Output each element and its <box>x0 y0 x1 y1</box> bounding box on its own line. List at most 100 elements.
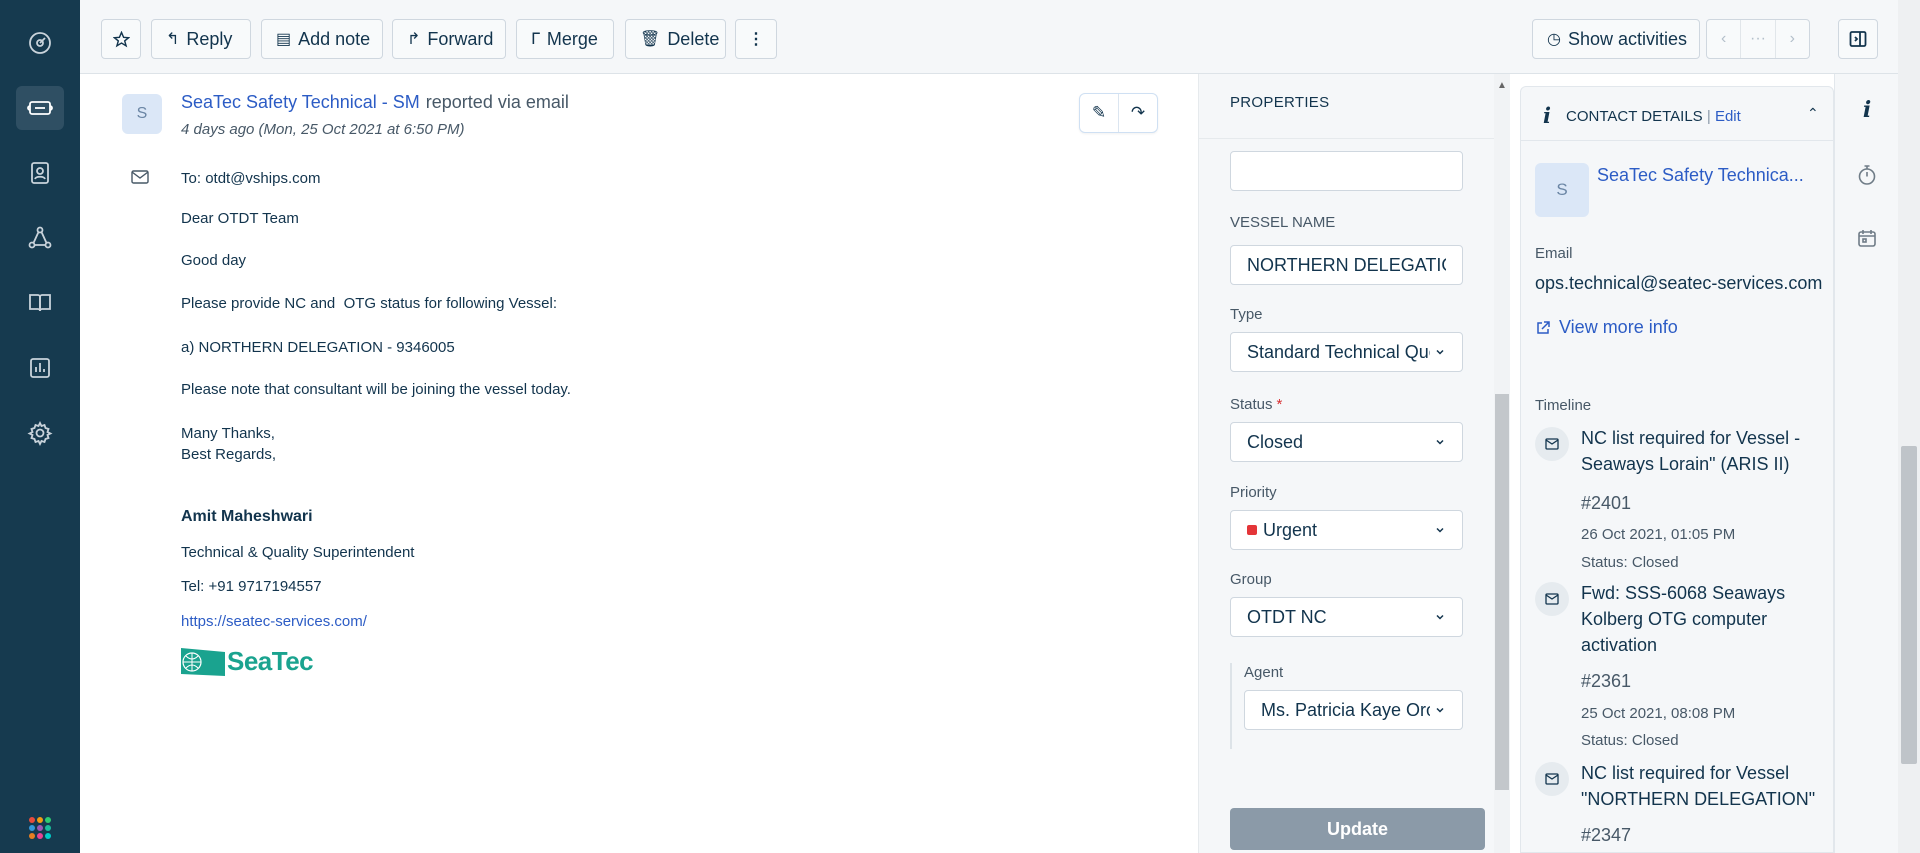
toggle-sidebar-button[interactable] <box>1838 19 1878 59</box>
pager-dots[interactable]: ··· <box>1741 20 1776 58</box>
merge-icon: ᒥ <box>531 31 540 48</box>
vessel-name-label: VESSEL NAME <box>1230 214 1336 231</box>
delete-button[interactable]: 🗑︎ Delete <box>625 19 726 59</box>
nav-reports-icon[interactable] <box>16 346 64 390</box>
priority-label: Priority <box>1230 484 1277 501</box>
message-timestamp: 4 days ago (Mon, 25 Oct 2021 at 6:50 PM) <box>181 121 465 138</box>
nav-contacts-icon[interactable] <box>16 151 64 195</box>
contact-name-link[interactable]: SeaTec Safety Technica... <box>1597 165 1804 186</box>
forward-icon: ↱ <box>407 31 421 48</box>
edit-contact-link[interactable]: Edit <box>1715 108 1741 125</box>
app-switcher-icon[interactable] <box>29 817 51 839</box>
properties-scroll-thumb[interactable] <box>1495 394 1509 790</box>
body-vessel: a) NORTHERN DELEGATION - 9346005 <box>181 339 455 356</box>
contact-info-icon[interactable]: i <box>1855 97 1879 123</box>
sender-avatar: S <box>122 94 162 134</box>
forward-arrow-icon[interactable]: ↷ <box>1119 94 1157 132</box>
star-button[interactable] <box>101 19 141 59</box>
reported-via: reported via email <box>425 92 569 112</box>
signature-name: Amit Maheshwari <box>181 508 313 525</box>
forward-button[interactable]: ↱ Forward <box>392 19 506 59</box>
edit-pencil-icon[interactable]: ✎ <box>1080 94 1119 132</box>
star-icon <box>112 30 130 47</box>
timeline-email-icon <box>1535 582 1569 616</box>
more-actions-button[interactable]: ⋮ <box>735 19 777 59</box>
timeline-item-status: Status: Closed <box>1581 554 1679 571</box>
next-ticket-icon[interactable]: › <box>1776 20 1809 58</box>
timer-stopwatch-icon[interactable] <box>1855 163 1879 187</box>
sender-name-link[interactable]: SeaTec Safety Technical - SM <box>181 92 420 112</box>
more-vertical-icon: ⋮ <box>748 31 764 48</box>
contact-details-panel: i CONTACT DETAILS | Edit ⌃ S SeaTec Safe… <box>1520 86 1834 853</box>
nav-dashboard-icon[interactable] <box>16 21 64 65</box>
properties-panel: PROPERTIES VESSEL NAME NORTHERN DELEGATI… <box>1198 74 1495 853</box>
message-actions: ✎ ↷ <box>1079 93 1158 133</box>
body-regards: Best Regards, <box>181 446 277 463</box>
type-select[interactable]: Standard Technical Que <box>1230 332 1463 372</box>
scroll-up-arrow-icon[interactable]: ▲ <box>1497 80 1507 91</box>
external-link-icon <box>1537 320 1550 334</box>
body-thanks: Many Thanks, <box>181 425 275 442</box>
sidebar-panel-icon <box>1849 31 1867 47</box>
recipient-line: To: otdt@vships.com <box>181 170 321 187</box>
add-note-button[interactable]: ▤ Add note <box>261 19 383 59</box>
contact-details-header: i CONTACT DETAILS | Edit ⌃ <box>1521 87 1833 141</box>
contact-email: ops.technical@seatec-services.com <box>1535 273 1823 293</box>
show-activities-button[interactable]: ◷ Show activities <box>1532 19 1700 59</box>
view-more-info-link[interactable]: View more info <box>1535 317 1678 338</box>
sender-line: SeaTec Safety Technical - SM reported via… <box>181 92 569 113</box>
merge-button[interactable]: ᒥ Merge <box>516 19 614 59</box>
chevron-down-icon <box>1436 439 1444 445</box>
collapse-chevron-up-icon[interactable]: ⌃ <box>1807 105 1819 122</box>
agent-label: Agent <box>1244 664 1284 681</box>
chevron-down-icon <box>1436 349 1444 355</box>
right-icon-strip: i <box>1834 74 1898 853</box>
recipient-address: otdt@vships.com <box>205 170 321 187</box>
trash-icon: 🗑︎ <box>640 31 661 48</box>
reply-button[interactable]: ↰ Reply <box>151 19 251 59</box>
note-icon: ▤ <box>276 31 292 48</box>
body-opening: Good day <box>181 252 247 269</box>
timeline-email-icon <box>1535 762 1569 796</box>
page-scroll-thumb[interactable] <box>1901 446 1917 764</box>
nav-knowledge-base-icon[interactable] <box>16 281 64 325</box>
email-envelope-icon <box>131 170 149 184</box>
nav-settings-gear-icon[interactable] <box>16 411 64 455</box>
timeline-item-title[interactable]: NC list required for Vessel - Seaways Lo… <box>1581 425 1821 477</box>
timeline-item-number: #2361 <box>1581 671 1632 691</box>
required-asterisk: * <box>1276 396 1283 413</box>
status-label: Status * <box>1230 396 1283 413</box>
signature-phone: Tel: +91 9717194557 <box>181 578 322 595</box>
status-select[interactable]: Closed <box>1230 422 1463 462</box>
timeline-label: Timeline <box>1535 397 1592 414</box>
nav-groups-icon[interactable] <box>16 216 64 260</box>
previous-ticket-icon[interactable]: ‹ <box>1707 20 1742 58</box>
timeline-item-status: Status: Closed <box>1581 732 1679 749</box>
custom-text-field[interactable] <box>1230 151 1463 191</box>
agent-select[interactable]: Ms. Patricia Kaye Oro <box>1244 690 1463 730</box>
group-select[interactable]: OTDT NC <box>1230 597 1463 637</box>
group-label: Group <box>1230 571 1272 588</box>
vessel-name-input[interactable]: NORTHERN DELEGATION <box>1230 245 1463 285</box>
timeline-item-title[interactable]: NC list required for Vessel "NORTHERN DE… <box>1581 760 1821 812</box>
signature-website-link[interactable]: https://seatec-services.com/ <box>181 613 367 630</box>
timeline-email-icon <box>1535 427 1569 461</box>
nav-tickets-icon[interactable] <box>16 86 64 130</box>
properties-divider <box>1199 138 1495 139</box>
reply-icon: ↰ <box>166 31 180 48</box>
seatec-globe-icon <box>181 648 225 676</box>
priority-select[interactable]: Urgent <box>1230 510 1463 550</box>
calendar-icon[interactable] <box>1855 226 1879 250</box>
ticket-pager: ‹ ··· › <box>1706 19 1810 59</box>
update-button[interactable]: Update <box>1230 808 1485 850</box>
agent-indent-line <box>1230 663 1232 749</box>
timeline-item-date: 26 Oct 2021, 01:05 PM <box>1581 526 1736 543</box>
timeline-item-date: 25 Oct 2021, 08:08 PM <box>1581 705 1736 722</box>
body-request: Please provide NC and OTG status for fol… <box>181 295 558 312</box>
chevron-down-icon <box>1436 527 1444 533</box>
chevron-down-icon <box>1436 614 1444 620</box>
chevron-down-icon <box>1436 707 1444 713</box>
timeline-item-title[interactable]: Fwd: SSS-6068 Seaways Kolberg OTG comput… <box>1581 580 1821 658</box>
timeline-item-number: #2401 <box>1581 493 1632 513</box>
conversation-pane: S SeaTec Safety Technical - SM reported v… <box>80 74 1198 853</box>
